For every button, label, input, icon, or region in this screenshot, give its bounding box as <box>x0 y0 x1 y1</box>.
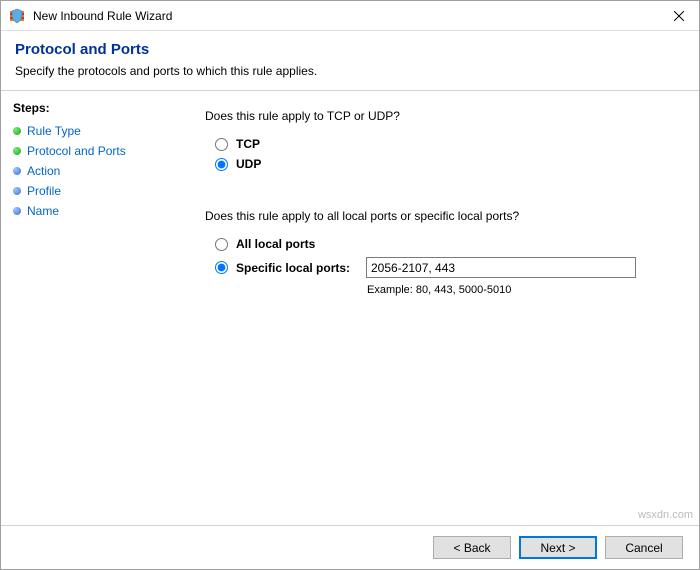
specific-ports-label: Specific local ports: <box>236 261 366 275</box>
step-protocol-ports[interactable]: Protocol and Ports <box>13 141 169 161</box>
close-button[interactable] <box>659 1 699 31</box>
wizard-header: Protocol and Ports Specify the protocols… <box>1 31 699 86</box>
step-label: Name <box>27 204 59 218</box>
titlebar: New Inbound Rule Wizard <box>1 1 699 31</box>
specific-ports-option[interactable]: Specific local ports: <box>205 257 675 278</box>
page-title: Protocol and Ports <box>15 41 685 58</box>
back-button[interactable]: < Back <box>433 536 511 559</box>
bullet-icon <box>13 187 21 195</box>
specific-ports-radio[interactable] <box>215 261 228 274</box>
bullet-icon <box>13 167 21 175</box>
steps-title: Steps: <box>13 101 169 115</box>
bullet-icon <box>13 207 21 215</box>
wizard-window: New Inbound Rule Wizard Protocol and Por… <box>0 0 700 570</box>
tcp-radio[interactable] <box>215 138 228 151</box>
step-label: Action <box>27 164 60 178</box>
ports-example: Example: 80, 443, 5000-5010 <box>367 284 675 296</box>
udp-radio[interactable] <box>215 158 228 171</box>
step-label: Profile <box>27 184 61 198</box>
all-ports-radio[interactable] <box>215 238 228 251</box>
protocol-question: Does this rule apply to TCP or UDP? <box>205 109 675 123</box>
all-ports-label: All local ports <box>236 237 366 251</box>
tcp-label: TCP <box>236 137 260 151</box>
wizard-body: Steps: Rule Type Protocol and Ports Acti… <box>1 91 699 525</box>
step-label: Protocol and Ports <box>27 144 126 158</box>
bullet-icon <box>13 127 21 135</box>
close-icon <box>674 11 684 21</box>
window-title: New Inbound Rule Wizard <box>33 9 659 23</box>
wizard-content: Does this rule apply to TCP or UDP? TCP … <box>181 91 699 525</box>
cancel-button[interactable]: Cancel <box>605 536 683 559</box>
step-rule-type[interactable]: Rule Type <box>13 121 169 141</box>
wizard-footer: < Back Next > Cancel <box>1 525 699 569</box>
bullet-icon <box>13 147 21 155</box>
specific-ports-input[interactable] <box>366 257 636 278</box>
ports-question: Does this rule apply to all local ports … <box>205 209 675 223</box>
firewall-icon <box>9 8 25 24</box>
page-subtitle: Specify the protocols and ports to which… <box>15 64 685 78</box>
steps-sidebar: Steps: Rule Type Protocol and Ports Acti… <box>1 91 181 525</box>
ports-section: Does this rule apply to all local ports … <box>205 209 675 296</box>
tcp-option[interactable]: TCP <box>205 137 675 151</box>
all-ports-option[interactable]: All local ports <box>205 237 675 251</box>
step-name[interactable]: Name <box>13 201 169 221</box>
next-button[interactable]: Next > <box>519 536 597 559</box>
udp-label: UDP <box>236 157 261 171</box>
step-label: Rule Type <box>27 124 81 138</box>
step-action[interactable]: Action <box>13 161 169 181</box>
step-profile[interactable]: Profile <box>13 181 169 201</box>
udp-option[interactable]: UDP <box>205 157 675 171</box>
